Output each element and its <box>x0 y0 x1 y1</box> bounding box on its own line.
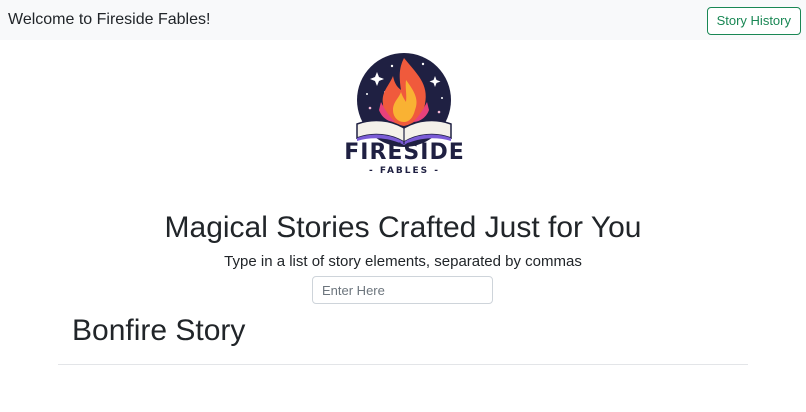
logo-subwordmark: - FABLES - <box>368 166 441 176</box>
page-headline: Magical Stories Crafted Just for You <box>164 211 642 244</box>
instructions-text: Type in a list of story elements, separa… <box>224 253 582 270</box>
content-divider <box>58 364 748 365</box>
story-elements-input[interactable] <box>312 276 493 304</box>
top-navbar: Welcome to Fireside Fables! Story Histor… <box>0 0 806 40</box>
fireside-fables-logo: FIRESIDE - FABLES - <box>337 52 472 182</box>
logo-wordmark: FIRESIDE <box>344 140 465 165</box>
story-history-button[interactable]: Story History <box>706 7 801 35</box>
story-title: Bonfire Story <box>72 314 246 347</box>
welcome-text: Welcome to Fireside Fables! <box>8 11 211 28</box>
